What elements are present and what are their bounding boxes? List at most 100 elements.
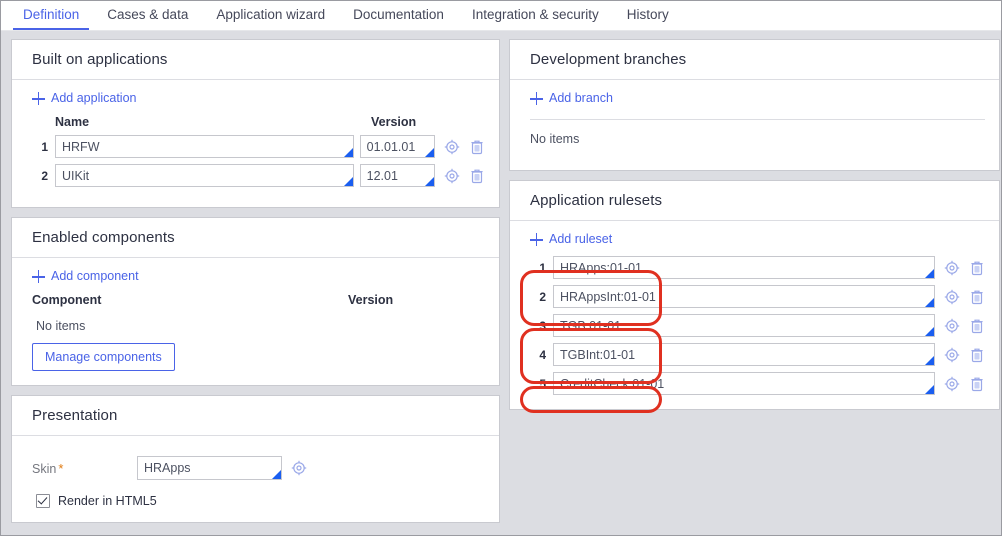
table-row: 5 CreditCheck:01-01 <box>530 372 985 395</box>
row-index: 2 <box>41 168 48 183</box>
development-branches-body: Add branch No items <box>510 80 999 170</box>
presentation-body: Skin * HRApps Render in HTML5 <box>12 436 499 522</box>
add-branch-link[interactable]: Add branch <box>530 92 613 105</box>
right-column: Development branches Add branch No items… <box>509 39 1000 419</box>
crosshair-icon[interactable] <box>944 376 960 392</box>
built-on-header-row: Name Version <box>32 115 485 129</box>
development-branches-card: Development branches Add branch No items <box>509 39 1000 171</box>
application-name-input[interactable]: HRFW <box>55 135 354 158</box>
skin-label-text: Skin <box>32 461 57 476</box>
smart-prompt-corner-icon <box>272 470 281 479</box>
smart-prompt-corner-icon <box>425 177 434 186</box>
tab-label: Integration & security <box>471 7 599 22</box>
enabled-components-header-row: Component Version <box>32 293 485 307</box>
trash-icon[interactable] <box>969 318 985 334</box>
column-header-component: Component <box>32 293 102 307</box>
built-on-applications-grid: Name Version 1 HRFW 01.01.01 2 UIKit 12.… <box>32 115 485 187</box>
ruleset-input[interactable]: TGBInt:01-01 <box>553 343 935 366</box>
ruleset-input[interactable]: HRAppsInt:01-01 <box>553 285 935 308</box>
add-component-link[interactable]: Add component <box>32 270 139 283</box>
plus-icon <box>530 92 543 105</box>
table-row: 1 HRApps:01-01 <box>530 256 985 279</box>
table-row: 3 TGB:01-01 <box>530 314 985 337</box>
application-name-input[interactable]: UIKit <box>55 164 354 187</box>
skin-label: Skin * <box>32 461 137 476</box>
crosshair-icon[interactable] <box>444 139 460 155</box>
add-ruleset-link[interactable]: Add ruleset <box>530 233 612 246</box>
crosshair-icon[interactable] <box>944 289 960 305</box>
add-application-label: Add application <box>51 91 137 106</box>
ruleset-value: HRApps:01-01 <box>560 260 642 275</box>
presentation-card: Presentation Skin * HRApps Render in HTML… <box>11 395 500 523</box>
smart-prompt-corner-icon <box>925 356 934 365</box>
enabled-components-card: Enabled components Add component Compone… <box>11 217 500 386</box>
table-row: 2 HRAppsInt:01-01 <box>530 285 985 308</box>
crosshair-icon[interactable] <box>291 460 307 476</box>
smart-prompt-corner-icon <box>925 269 934 278</box>
smart-prompt-corner-icon <box>925 385 934 394</box>
presentation-title: Presentation <box>12 396 499 436</box>
row-index: 2 <box>539 289 546 304</box>
table-row: 2 UIKit 12.01 <box>32 164 485 187</box>
application-rulesets-card: Application rulesets Add ruleset 1 HRApp… <box>509 180 1000 410</box>
tab-label: History <box>626 7 669 22</box>
add-component-label: Add component <box>51 269 139 284</box>
trash-icon[interactable] <box>969 260 985 276</box>
built-on-applications-body: Add application Name Version 1 HRFW 01.0… <box>12 80 499 207</box>
ruleset-input[interactable]: TGB:01-01 <box>553 314 935 337</box>
table-row: 4 TGBInt:01-01 <box>530 343 985 366</box>
tab-definition[interactable]: Definition <box>9 1 93 30</box>
smart-prompt-corner-icon <box>343 148 353 157</box>
application-version-value: 12.01 <box>366 168 398 183</box>
trash-icon[interactable] <box>469 139 485 155</box>
column-header-name: Name <box>55 115 90 129</box>
trash-icon[interactable] <box>469 168 485 184</box>
render-in-html5-checkbox[interactable] <box>36 494 50 508</box>
skin-input[interactable]: HRApps <box>137 456 282 480</box>
development-branches-title: Development branches <box>510 40 999 80</box>
add-application-link[interactable]: Add application <box>32 92 136 105</box>
add-ruleset-label: Add ruleset <box>549 232 613 247</box>
skin-value: HRApps <box>144 461 191 475</box>
plus-icon <box>32 92 45 105</box>
row-index: 1 <box>41 139 48 154</box>
built-on-applications-title: Built on applications <box>12 40 499 80</box>
tab-application-wizard[interactable]: Application wizard <box>202 1 339 29</box>
application-version-input[interactable]: 12.01 <box>359 164 435 187</box>
plus-icon <box>32 270 45 283</box>
smart-prompt-corner-icon <box>925 298 934 307</box>
tab-cases-and-data[interactable]: Cases & data <box>93 1 202 29</box>
column-header-version: Version <box>371 115 417 129</box>
tab-documentation[interactable]: Documentation <box>339 1 458 29</box>
smart-prompt-corner-icon <box>925 327 934 336</box>
tab-label: Documentation <box>353 7 444 22</box>
trash-icon[interactable] <box>969 376 985 392</box>
application-version-input[interactable]: 01.01.01 <box>359 135 435 158</box>
tab-bar-divider <box>1 30 1001 31</box>
ruleset-input[interactable]: HRApps:01-01 <box>553 256 935 279</box>
application-definition-page: Definition Cases & data Application wiza… <box>0 0 1002 536</box>
add-branch-label: Add branch <box>549 91 613 106</box>
ruleset-input[interactable]: CreditCheck:01-01 <box>553 372 935 395</box>
left-column: Built on applications Add application Na… <box>11 39 500 532</box>
crosshair-icon[interactable] <box>944 260 960 276</box>
manage-components-button[interactable]: Manage components <box>32 343 175 371</box>
tab-bar: Definition Cases & data Application wiza… <box>1 1 1001 30</box>
tab-history[interactable]: History <box>613 1 683 29</box>
application-name-value: UIKit <box>62 168 90 183</box>
table-row: 1 HRFW 01.01.01 <box>32 135 485 158</box>
crosshair-icon[interactable] <box>944 347 960 363</box>
application-name-value: HRFW <box>62 139 100 154</box>
tab-integration-and-security[interactable]: Integration & security <box>458 1 613 29</box>
smart-prompt-corner-icon <box>425 148 434 157</box>
crosshair-icon[interactable] <box>444 168 460 184</box>
render-in-html5-row[interactable]: Render in HTML5 <box>36 494 485 508</box>
divider <box>530 119 985 120</box>
trash-icon[interactable] <box>969 347 985 363</box>
required-asterisk: * <box>58 460 64 476</box>
row-index: 1 <box>539 260 546 275</box>
tab-label: Application wizard <box>216 7 326 22</box>
trash-icon[interactable] <box>969 289 985 305</box>
crosshair-icon[interactable] <box>944 318 960 334</box>
smart-prompt-corner-icon <box>343 177 353 186</box>
